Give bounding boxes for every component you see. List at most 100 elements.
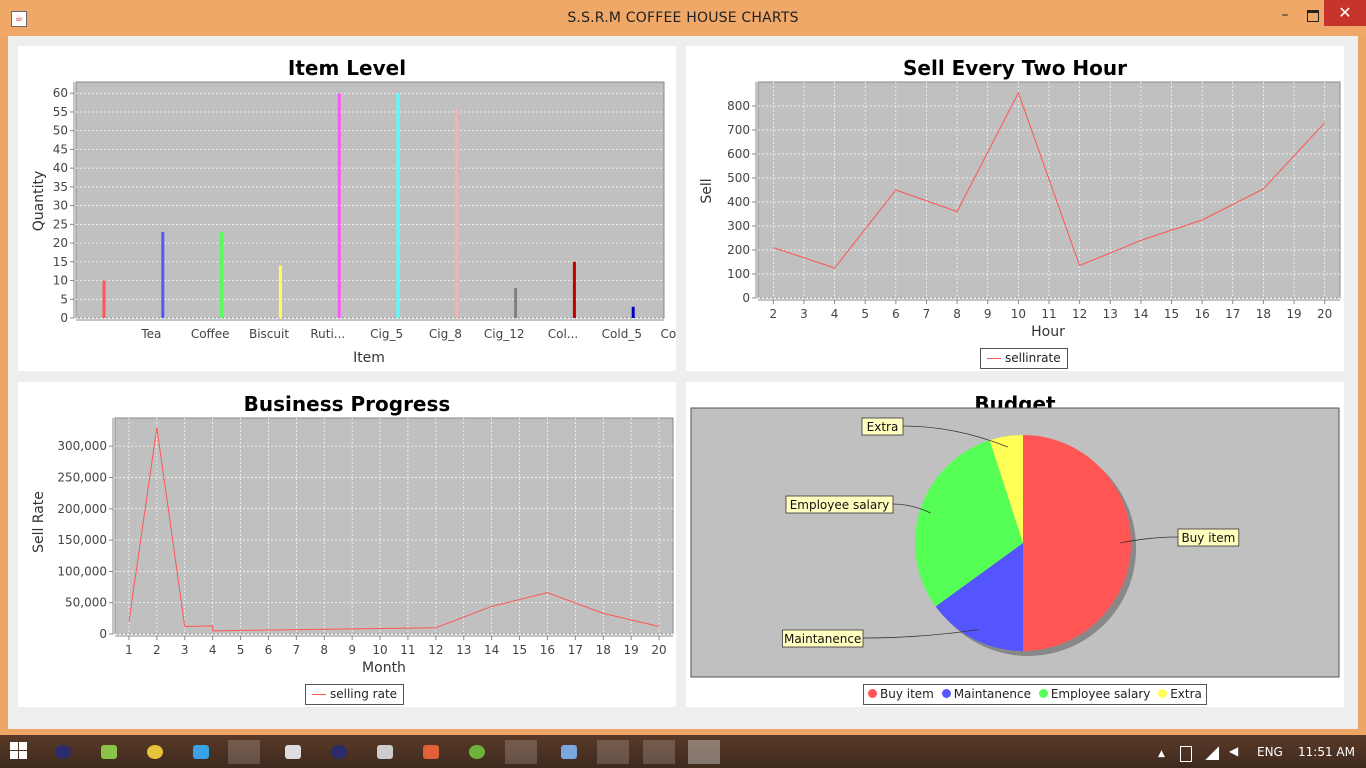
sell-hour-xtick-label: 4 xyxy=(831,307,839,321)
sell-hour-xtick-label: 17 xyxy=(1225,307,1240,321)
title-bar[interactable]: ☕ S.S.R.M COFFEE HOUSE CHARTS – ✕ xyxy=(0,0,1366,36)
budget-panel: Budget Buy item Maintanence Employee salar… xyxy=(686,382,1344,707)
business-ytick-label: 250,000 xyxy=(57,470,107,484)
sell-hour-ytick-label: 600 xyxy=(727,147,750,161)
business-xtick-label: 4 xyxy=(209,643,217,657)
sell-hour-xtick-label: 18 xyxy=(1256,307,1271,321)
item-level-ytick-label: 45 xyxy=(53,142,68,156)
battery-icon[interactable] xyxy=(1180,746,1192,762)
intellij-icon[interactable] xyxy=(193,745,209,759)
sell-hour-ytick-label: 200 xyxy=(727,243,750,257)
item-level-ylabel: Quantity xyxy=(31,171,47,232)
android-studio-icon[interactable] xyxy=(101,745,117,759)
chrome-icon[interactable] xyxy=(147,745,163,759)
business-xtick-label: 12 xyxy=(428,643,443,657)
legend-dot-icon xyxy=(1158,689,1168,698)
business-xtick-label: 13 xyxy=(456,643,471,657)
charts-content: Item Level 0 5 10 15 20 25 30 35 40 45 50 55 60 Tea Co… xyxy=(8,36,1358,729)
item-level-panel: Item Level 0 5 10 15 20 25 30 35 40 45 50 55 60 Tea Co… xyxy=(18,46,676,371)
tray-up-icon[interactable]: ▲ xyxy=(1158,749,1165,759)
sell-every-two-hour-chart: 0 100 200 300 400 500 600 700 800 2 3 4 5 6 7 8 9 10 11 12 1… xyxy=(699,81,1341,340)
legend-dot-icon xyxy=(1038,689,1048,698)
unity-icon[interactable] xyxy=(285,745,301,759)
eclipse-icon-2[interactable] xyxy=(331,745,347,759)
item-level-ytick-label: 25 xyxy=(53,217,68,231)
business-ytick-label: 100,000 xyxy=(57,564,107,578)
sell-hour-xtick-label: 3 xyxy=(800,307,808,321)
item-level-bar xyxy=(337,93,341,318)
budget-legend-label: Maintanence xyxy=(953,687,1031,701)
business-xtick-label: 10 xyxy=(372,643,387,657)
business-ytick-label: 0 xyxy=(99,627,107,641)
item-level-xtick-label: Coffee xyxy=(191,327,230,341)
sell-hour-xtick-label: 6 xyxy=(892,307,900,321)
business-plot-background xyxy=(114,417,674,635)
legend-dot-icon xyxy=(868,689,877,698)
item-level-xtick-label: Cig_8 xyxy=(429,327,462,341)
sell-hour-xtick-label: 15 xyxy=(1164,307,1179,321)
item-level-xtick-label: Cold_5 xyxy=(602,327,642,341)
budget-slice-label: Employee salary xyxy=(790,498,890,512)
legend-line-icon xyxy=(312,694,326,695)
budget-legend-item: Buy item xyxy=(868,687,934,701)
firefox-icon[interactable] xyxy=(505,740,537,764)
business-xtick-label: 14 xyxy=(484,643,499,657)
volume-icon[interactable]: ◀ xyxy=(1229,744,1238,758)
sell-hour-ytick-label: 800 xyxy=(727,99,750,113)
sell-hour-xtick-label: 12 xyxy=(1072,307,1087,321)
sell-every-two-hour-panel: Sell Every Two Hour 0 100 200 300 400 500 600 7… xyxy=(686,46,1344,371)
spring-icon[interactable] xyxy=(469,745,485,759)
item-level-ytick-label: 55 xyxy=(53,105,68,119)
business-legend: selling rate xyxy=(305,684,405,705)
clock[interactable]: 11:51 AM xyxy=(1298,745,1355,759)
start-button[interactable] xyxy=(10,742,28,760)
sell-hour-xlabel: Hour xyxy=(1031,324,1065,340)
business-ytick-label: 200,000 xyxy=(57,502,107,516)
item-level-ytick-label: 40 xyxy=(53,161,68,175)
language-indicator[interactable]: ENG xyxy=(1257,745,1283,759)
item-level-bar xyxy=(102,280,106,318)
notepad-icon[interactable] xyxy=(377,745,393,759)
sell-hour-xtick-label: 11 xyxy=(1041,307,1056,321)
sell-hour-ytick-label: 700 xyxy=(727,123,750,137)
sell-hour-xtick-label: 19 xyxy=(1286,307,1301,321)
item-level-bar xyxy=(631,306,635,318)
virtualbox-icon[interactable] xyxy=(561,745,577,759)
git-icon[interactable] xyxy=(423,745,439,759)
sell-hour-xtick-label: 7 xyxy=(923,307,931,321)
business-progress-chart: 0 50,000 100,000 150,000 200,000 250,000 300,0… xyxy=(31,417,674,676)
sell-hour-xtick-label: 10 xyxy=(1011,307,1026,321)
business-xtick-label: 5 xyxy=(237,643,245,657)
business-xtick-label: 19 xyxy=(624,643,639,657)
eclipse-icon-3[interactable] xyxy=(597,740,629,764)
sell-hour-ytick-label: 500 xyxy=(727,171,750,185)
item-level-bar xyxy=(572,261,576,318)
sell-hour-xtick-label: 13 xyxy=(1103,307,1118,321)
sell-hour-ylabel: Sell xyxy=(699,178,715,203)
close-button[interactable]: ✕ xyxy=(1324,0,1366,26)
windows-logo-icon xyxy=(10,742,18,750)
budget-legend-item: Employee salary xyxy=(1038,687,1150,701)
item-level-ytick-label: 0 xyxy=(60,311,68,325)
eclipse-icon[interactable] xyxy=(55,745,71,759)
budget-legend-label: Extra xyxy=(1170,687,1202,701)
wifi-signal-icon[interactable] xyxy=(1205,746,1219,760)
business-xtick-label: 9 xyxy=(348,643,356,657)
sell-hour-ytick-label: 300 xyxy=(727,219,750,233)
file-explorer-icon[interactable] xyxy=(228,740,260,764)
business-progress-panel: Business Progress 0 50,000 100,000 150,000 2… xyxy=(18,382,676,707)
item-level-ytick-label: 20 xyxy=(53,236,68,250)
java-icon[interactable] xyxy=(688,740,720,764)
sell-hour-xtick-label: 8 xyxy=(953,307,961,321)
item-level-xtick-label: Cold_1 xyxy=(660,327,676,341)
business-xtick-label: 17 xyxy=(568,643,583,657)
media-icon[interactable] xyxy=(643,740,675,764)
budget-chart: Buy item Maintanence Employee salary Extra xyxy=(690,407,1340,678)
business-xtick-label: 7 xyxy=(293,643,301,657)
sell-hour-xtick-label: 20 xyxy=(1317,307,1332,321)
item-level-ytick-label: 50 xyxy=(53,124,68,138)
business-xtick-label: 16 xyxy=(540,643,555,657)
business-xtick-label: 18 xyxy=(596,643,611,657)
item-level-xtick-label: Biscuit xyxy=(249,327,289,341)
item-level-bar xyxy=(396,93,400,318)
